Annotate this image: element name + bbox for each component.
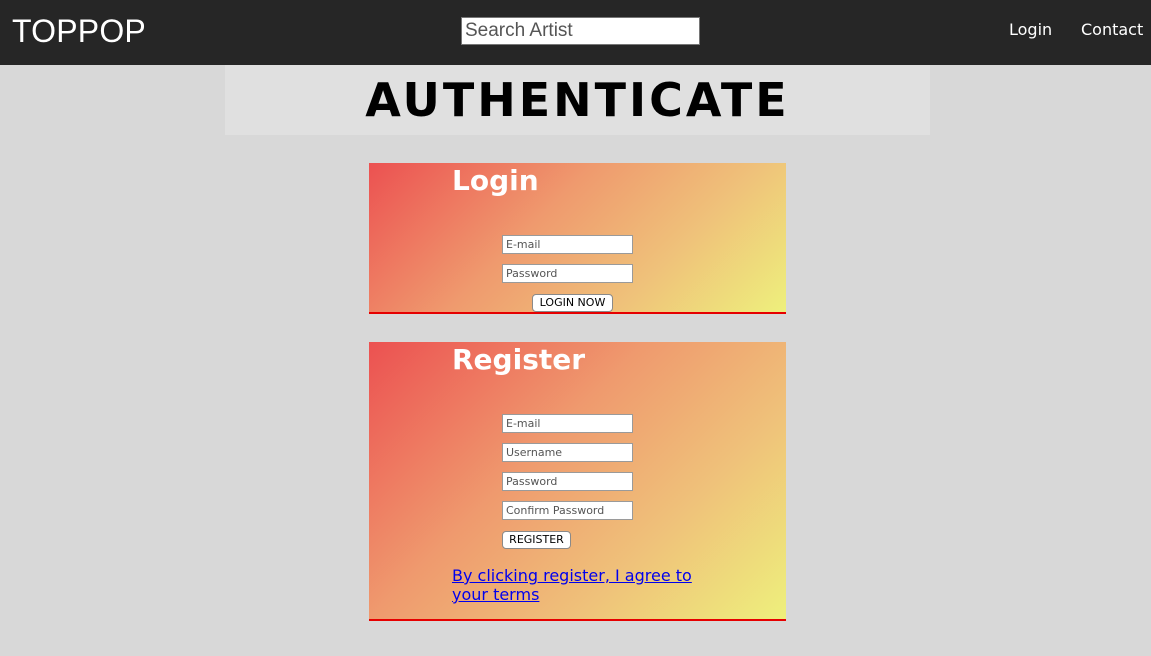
register-username-field[interactable] — [502, 443, 633, 462]
login-email-field[interactable] — [502, 235, 633, 254]
register-button[interactable]: REGISTER — [502, 531, 571, 549]
page-header-banner: AUTHENTICATE — [225, 65, 930, 135]
login-card-title: Login — [452, 164, 539, 197]
register-password-field[interactable] — [502, 472, 633, 491]
login-card: Login LOGIN NOW — [369, 163, 786, 314]
search-artist-input[interactable] — [461, 17, 700, 45]
register-confirm-password-field[interactable] — [502, 501, 633, 520]
brand-logo[interactable]: TOPPOP — [12, 11, 146, 51]
register-email-field[interactable] — [502, 414, 633, 433]
nav-link-login[interactable]: Login — [1009, 20, 1052, 40]
top-navbar: TOPPOP Login Contact — [0, 0, 1151, 65]
register-card: Register REGISTER By clicking register, … — [369, 342, 786, 621]
login-password-field[interactable] — [502, 264, 633, 283]
nav-link-contact[interactable]: Contact — [1081, 20, 1143, 40]
page-title: AUTHENTICATE — [365, 73, 790, 127]
register-card-title: Register — [452, 343, 586, 376]
terms-link[interactable]: By clicking register, I agree to your te… — [452, 566, 712, 604]
login-now-button[interactable]: LOGIN NOW — [532, 294, 613, 312]
